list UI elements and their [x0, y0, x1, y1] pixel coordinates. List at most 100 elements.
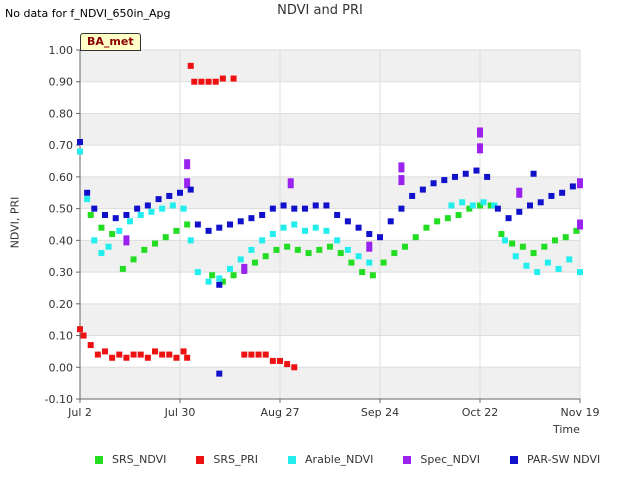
data-point-par-sw-ndvi: [312, 202, 319, 209]
data-point-arable-ndvi: [280, 224, 287, 231]
data-point-par-sw-ndvi: [291, 205, 298, 212]
data-point-par-sw-ndvi: [134, 205, 141, 212]
data-point-srs-ndvi: [509, 240, 516, 247]
data-point-par-sw-ndvi: [102, 211, 108, 218]
data-point-arable-ndvi: [512, 253, 519, 260]
grid-band: [80, 113, 580, 146]
data-point-srs-ndvi: [130, 256, 137, 263]
data-point-par-sw-ndvi: [216, 224, 223, 231]
data-point-par-sw-ndvi: [84, 189, 91, 196]
data-point-srs-ndvi: [87, 211, 94, 218]
legend-swatch: [509, 455, 518, 464]
data-point-srs-ndvi: [402, 243, 408, 250]
site-badge: BA_met: [80, 33, 141, 51]
grid-band: [80, 176, 580, 209]
data-point-arable-ndvi: [344, 246, 351, 253]
y-tick-label: 0.60: [49, 171, 74, 184]
data-point-arable-ndvi: [77, 148, 83, 155]
data-point-arable-ndvi: [366, 259, 373, 266]
data-point-srs-ndvi: [152, 240, 158, 247]
x-tick-label: Aug 27: [261, 406, 300, 419]
data-point-par-sw-ndvi: [112, 215, 119, 222]
legend-label: SRS_NDVI: [112, 453, 167, 466]
data-point-srs-pri: [137, 351, 144, 358]
x-tick-label: Oct 22: [462, 406, 499, 419]
data-point-par-sw-ndvi: [334, 211, 341, 218]
data-point-arable-ndvi: [205, 278, 212, 285]
data-point-arable-ndvi: [259, 237, 266, 244]
data-point-srs-ndvi: [230, 272, 237, 279]
data-point-arable-ndvi: [194, 269, 201, 276]
y-tick-label: 0.50: [49, 203, 74, 216]
data-point-srs-pri: [144, 354, 151, 361]
data-point-arable-ndvi: [180, 205, 187, 212]
data-point-arable-ndvi: [91, 237, 98, 244]
data-point-par-sw-ndvi: [559, 189, 566, 196]
data-point-par-sw-ndvi: [166, 192, 173, 199]
data-point-arable-ndvi: [187, 237, 194, 244]
data-point-srs-ndvi: [141, 246, 148, 253]
data-point-par-sw-ndvi: [377, 234, 383, 241]
data-point-par-sw-ndvi: [516, 208, 523, 215]
data-point-srs-ndvi: [562, 234, 569, 241]
data-point-arable-ndvi: [459, 199, 466, 206]
data-point-srs-pri: [205, 78, 212, 85]
data-point-srs-pri: [130, 351, 137, 358]
data-point-srs-pri: [212, 78, 219, 85]
legend-swatch: [288, 455, 297, 464]
legend-label: Arable_NDVI: [305, 453, 374, 466]
data-point-arable-ndvi: [480, 199, 487, 206]
data-point-par-sw-ndvi: [77, 139, 83, 146]
data-point-arable-ndvi: [502, 237, 508, 244]
data-point-srs-pri: [284, 361, 291, 368]
data-point-par-sw-ndvi: [302, 205, 308, 212]
data-point-spec-ndvi: [241, 263, 248, 274]
data-point-srs-pri: [198, 78, 205, 85]
data-point-par-sw-ndvi: [227, 221, 233, 228]
data-point-srs-ndvi: [434, 218, 441, 225]
x-tick-label: Jul 2: [67, 406, 92, 419]
data-point-par-sw-ndvi: [537, 199, 544, 206]
data-point-srs-pri: [241, 351, 248, 358]
data-point-srs-ndvi: [498, 231, 505, 238]
data-point-par-sw-ndvi: [494, 205, 501, 212]
data-point-spec-ndvi: [366, 241, 373, 252]
data-point-srs-ndvi: [552, 237, 558, 244]
data-point-srs-ndvi: [369, 272, 376, 279]
data-point-par-sw-ndvi: [237, 218, 244, 225]
data-point-par-sw-ndvi: [484, 173, 491, 180]
data-point-srs-pri: [180, 348, 187, 355]
data-point-srs-pri: [277, 357, 283, 364]
data-point-arable-ndvi: [159, 205, 166, 212]
data-point-arable-ndvi: [137, 211, 144, 218]
data-point-arable-ndvi: [534, 269, 541, 276]
data-point-arable-ndvi: [334, 237, 341, 244]
data-point-par-sw-ndvi: [430, 180, 437, 187]
data-point-srs-ndvi: [273, 246, 280, 253]
data-point-arable-ndvi: [127, 218, 133, 225]
data-point-srs-ndvi: [519, 243, 526, 250]
data-point-par-sw-ndvi: [216, 370, 223, 377]
data-point-arable-ndvi: [566, 256, 573, 263]
grid-band: [80, 367, 580, 399]
data-point-par-sw-ndvi: [366, 231, 373, 238]
data-point-srs-ndvi: [412, 234, 419, 241]
legend-label: Spec_NDVI: [420, 453, 480, 466]
data-point-par-sw-ndvi: [462, 170, 469, 177]
data-point-arable-ndvi: [469, 202, 476, 209]
data-point-arable-ndvi: [291, 221, 298, 228]
data-point-srs-ndvi: [391, 250, 398, 257]
data-point-arable-ndvi: [248, 246, 255, 253]
data-point-srs-pri: [77, 326, 83, 333]
data-point-srs-pri: [152, 348, 158, 355]
data-point-srs-ndvi: [380, 259, 387, 266]
y-tick-label: 0.30: [49, 266, 74, 279]
data-point-srs-ndvi: [444, 215, 451, 222]
legend-item-srs-pri: SRS_PRI: [196, 453, 258, 466]
legend-label: PAR-SW NDVI: [526, 453, 601, 466]
legend-swatch: [196, 455, 205, 464]
data-point-srs-pri: [116, 351, 123, 358]
data-point-arable-ndvi: [269, 231, 276, 238]
data-point-par-sw-ndvi: [548, 192, 555, 199]
data-point-srs-pri: [248, 351, 255, 358]
